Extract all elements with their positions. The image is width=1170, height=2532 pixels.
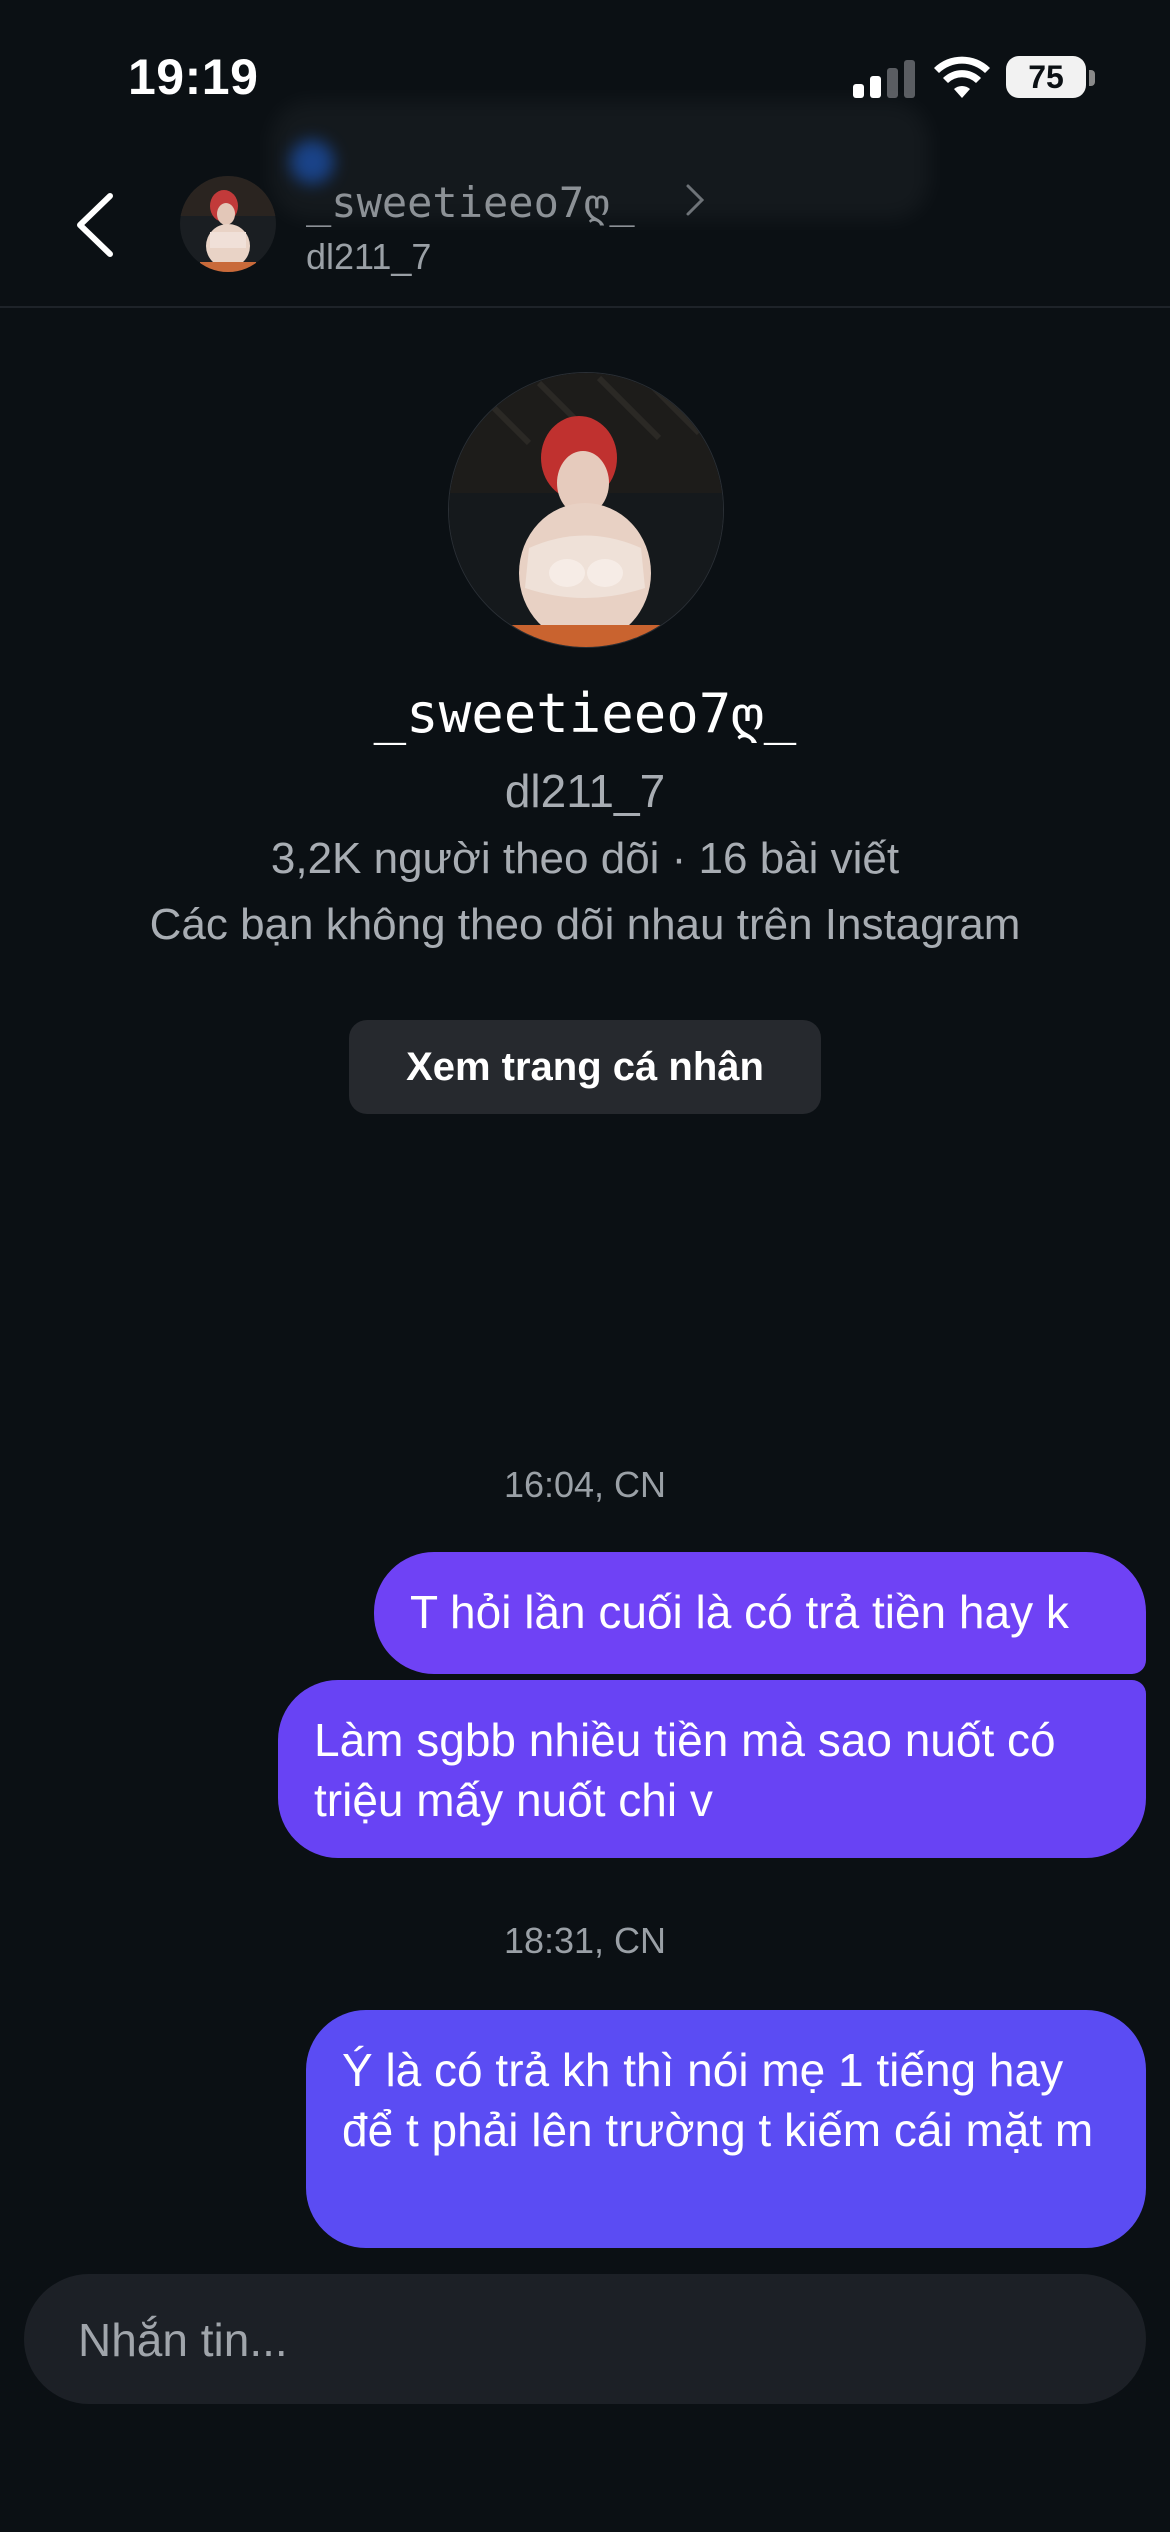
battery-icon: 75 <box>1006 56 1086 98</box>
header-avatar[interactable] <box>180 176 276 272</box>
sent-message-bubble[interactable]: T hỏi lần cuối là có trả tiền hay k <box>374 1552 1146 1674</box>
back-button[interactable] <box>70 190 120 260</box>
wifi-icon <box>934 56 990 98</box>
header-username: dl211_7 <box>306 236 432 277</box>
header-display-name[interactable]: _sweetieeo7ღ_ <box>306 178 635 227</box>
message-timestamp: 18:31, CN <box>503 1920 667 1961</box>
follow-status-note: Các bạn không theo dõi nhau trên Instagr… <box>149 900 1021 949</box>
message-input[interactable] <box>76 2274 1100 2406</box>
view-profile-button[interactable]: Xem trang cá nhân <box>349 1020 821 1114</box>
message-timestamp: 16:04, CN <box>503 1464 667 1505</box>
profile-avatar[interactable] <box>448 372 724 648</box>
profile-username: dl211_7 <box>504 765 666 817</box>
status-time: 19:19 <box>128 49 259 105</box>
cellular-signal-icon <box>853 58 915 98</box>
message-composer[interactable] <box>24 2274 1146 2406</box>
profile-display-name: _sweetieeo7ღ_ <box>373 682 797 745</box>
header-divider <box>0 306 1170 308</box>
sent-message-bubble[interactable]: Ý là có trả kh thì nói mẹ 1 tiếng hay để… <box>306 2010 1146 2248</box>
battery-cap <box>1089 70 1095 86</box>
sent-message-bubble[interactable]: Làm sgbb nhiều tiền mà sao nuốt có triệu… <box>278 1680 1146 1858</box>
chevron-right-icon[interactable] <box>684 180 708 220</box>
profile-stats: 3,2K người theo dõi · 16 bài viết <box>270 834 900 883</box>
